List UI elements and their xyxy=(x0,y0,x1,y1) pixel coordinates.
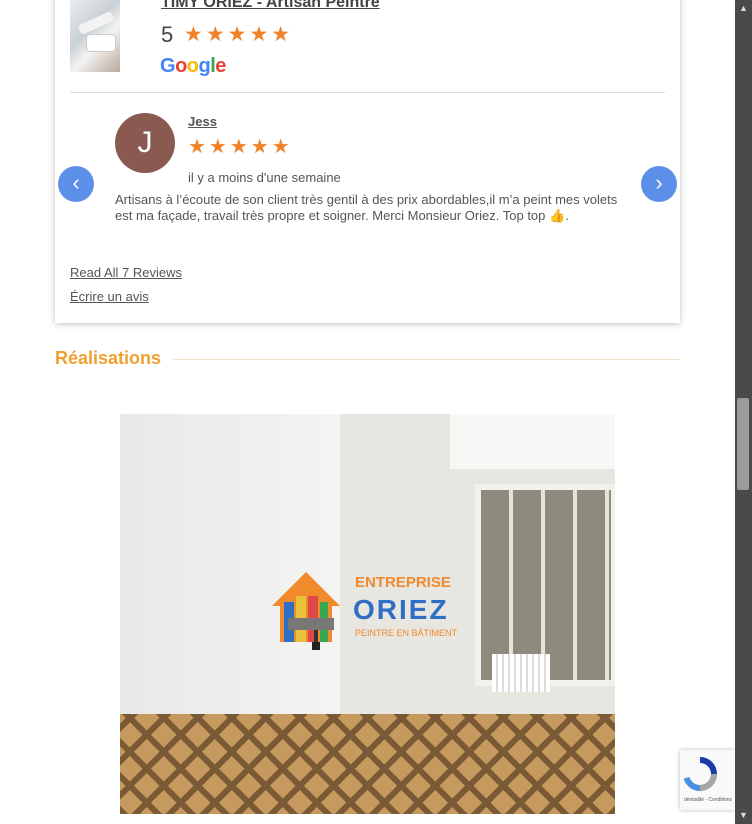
write-review-link[interactable]: Écrire un avis xyxy=(70,289,149,304)
business-photo[interactable] xyxy=(70,0,120,72)
business-name-link[interactable]: TIMY ORIEZ - Artisan Peintre xyxy=(161,0,380,12)
room-radiator xyxy=(492,654,550,692)
house-paint-roller-logo-icon xyxy=(272,572,340,650)
reviewer-avatar[interactable]: J xyxy=(115,113,175,173)
room-ceiling xyxy=(450,414,615,469)
recaptcha-icon xyxy=(683,757,717,791)
review-date: il y a moins d'une semaine xyxy=(188,170,341,185)
read-all-reviews-link[interactable]: Read All 7 Reviews xyxy=(70,265,182,280)
gallery-image[interactable]: ENTREPRISE ORIEZ PEINTRE EN BÂTIMENT xyxy=(120,414,615,814)
reviewer-name-link[interactable]: Jess xyxy=(188,114,217,129)
logo-text-oriez: ORIEZ xyxy=(353,594,449,625)
page-scrollbar[interactable]: ▲ ▼ xyxy=(735,0,752,824)
chevron-left-icon: ‹ xyxy=(72,170,80,195)
scroll-up-arrow-icon[interactable]: ▲ xyxy=(735,0,752,17)
chevron-right-icon: › xyxy=(655,170,663,195)
room-tiled-floor xyxy=(120,714,615,814)
logo-text-tagline: PEINTRE EN BÂTIMENT xyxy=(355,628,458,638)
recaptcha-badge[interactable]: dentialité - Conditions xyxy=(680,750,736,810)
logo-text-entreprise: ENTREPRISE xyxy=(355,574,451,591)
carousel-next-button[interactable]: › xyxy=(641,166,677,202)
carousel-prev-button[interactable]: ‹ xyxy=(58,166,94,202)
section-title: Réalisations xyxy=(55,348,162,368)
business-star-rating: ★★★★★ xyxy=(184,23,294,46)
section-divider xyxy=(173,359,680,360)
review-star-rating: ★★★★★ xyxy=(188,136,293,158)
review-text: Artisans à l’écoute de son client très g… xyxy=(115,192,618,223)
scrollbar-thumb[interactable] xyxy=(737,398,749,490)
recaptcha-terms-text[interactable]: dentialité - Conditions xyxy=(680,797,736,803)
business-rating-value: 5 xyxy=(161,22,174,47)
photo-roller-shape xyxy=(86,34,116,52)
google-logo: Google xyxy=(160,55,226,77)
scroll-down-arrow-icon[interactable]: ▼ xyxy=(735,807,752,824)
photo-arm-shape xyxy=(77,10,115,36)
divider xyxy=(70,92,665,93)
